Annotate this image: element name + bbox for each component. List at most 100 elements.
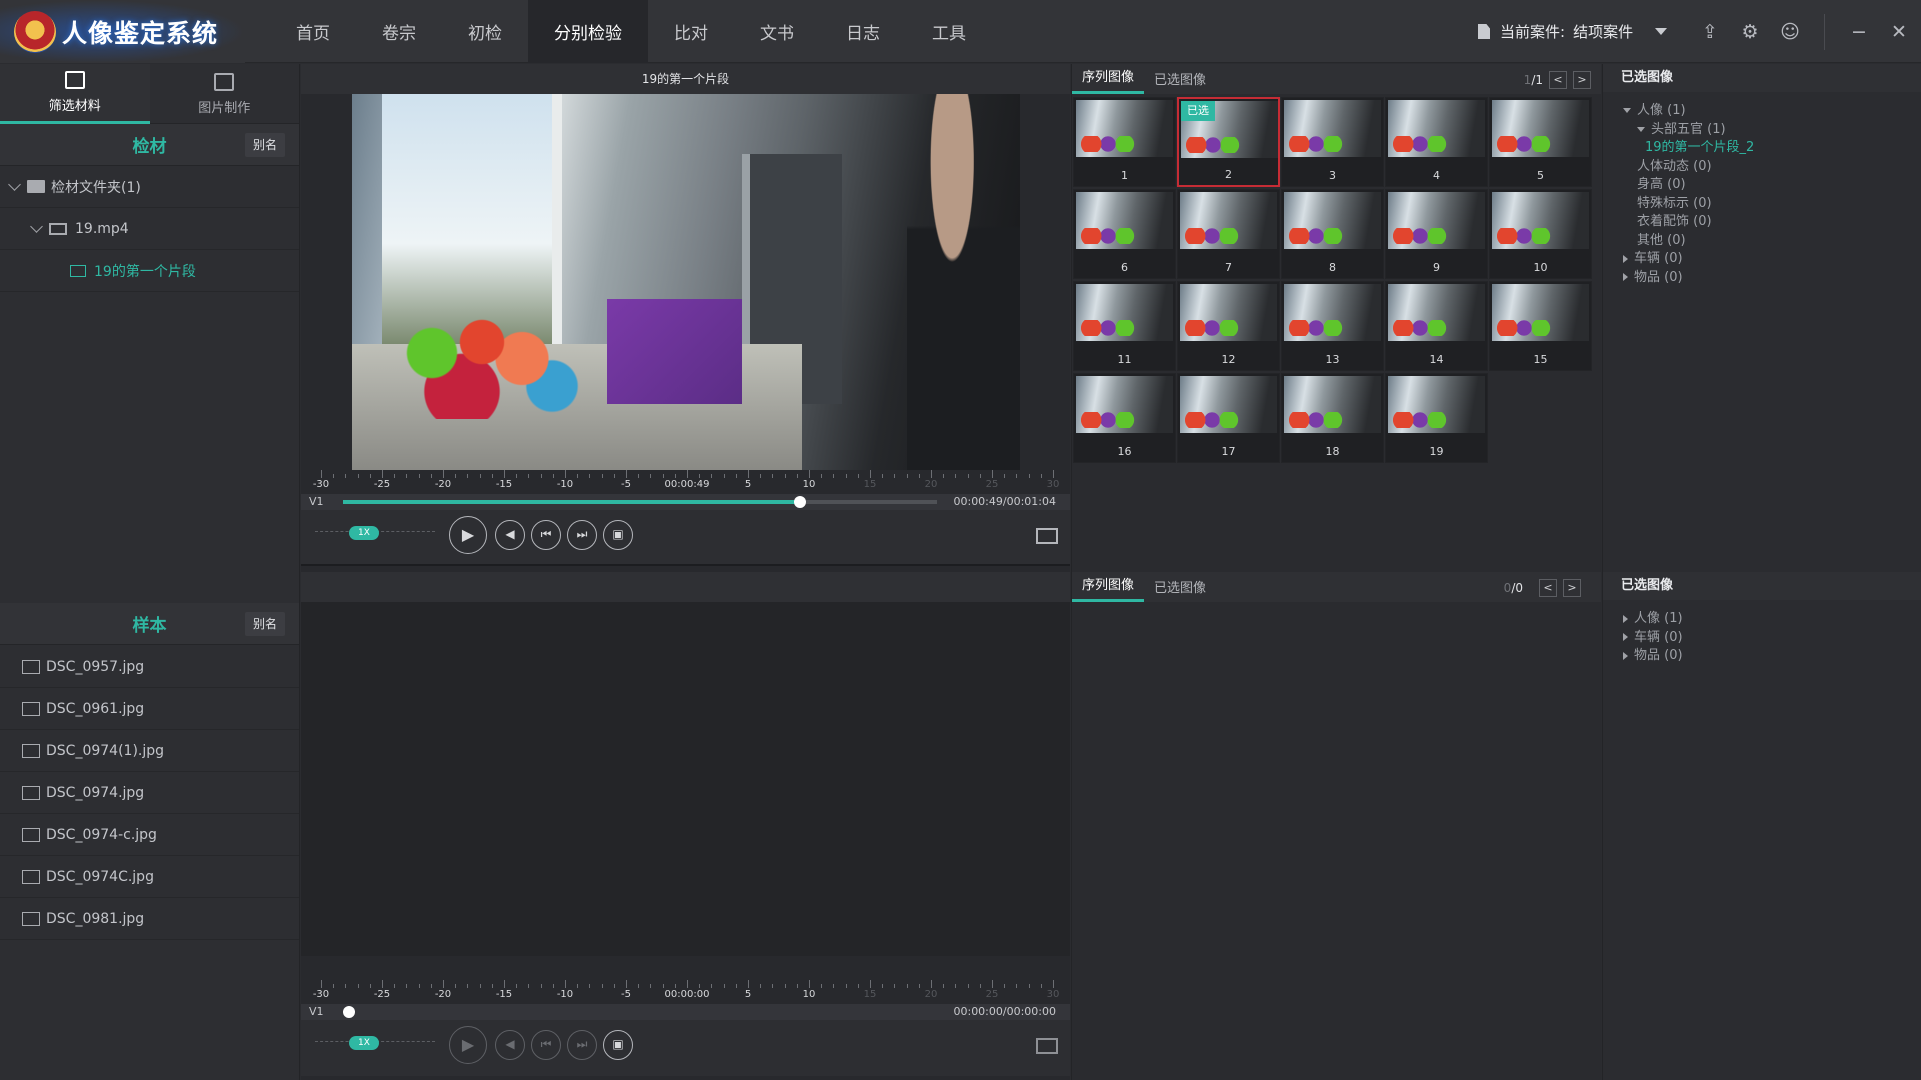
tree-node[interactable]: 车辆 (0) [1603, 250, 1921, 269]
tree-node[interactable]: 头部五官 (1) [1603, 121, 1921, 140]
time-ruler[interactable]: -30 -25 -20 -15 -10 -5 00:00:00 5 10 15 20 25 30 [301, 980, 1070, 1004]
thumbnail[interactable]: 1 [1073, 97, 1176, 187]
step-back-button[interactable]: ◀ [495, 1030, 525, 1060]
nav-item[interactable]: 分别检验 [528, 0, 648, 63]
timeline[interactable]: V1 00:00:00/00:00:00 [301, 1004, 1070, 1020]
thumbnail[interactable]: 15 [1489, 281, 1592, 371]
chevron-down-icon[interactable] [8, 178, 21, 191]
gear-icon[interactable]: ⚙ [1739, 21, 1761, 43]
tree-node[interactable]: 其他 (0) [1603, 232, 1921, 251]
prev-page-button[interactable]: < [1549, 71, 1567, 89]
tree-node[interactable]: 人像 (1) [1603, 102, 1921, 121]
thumbnail[interactable]: 5 [1489, 97, 1592, 187]
sample-file-item[interactable]: DSC_0974(1).jpg [0, 730, 299, 772]
tree-node[interactable]: 人体动态 (0) [1603, 158, 1921, 177]
next-frame-button[interactable]: ⏭ [567, 1030, 597, 1060]
thumbnail[interactable]: 12 [1177, 281, 1280, 371]
tree-node[interactable]: 身高 (0) [1603, 176, 1921, 195]
step-back-button[interactable]: ◀ [495, 520, 525, 550]
sample-file-item[interactable]: DSC_0974.jpg [0, 772, 299, 814]
thumbnail[interactable]: 14 [1385, 281, 1488, 371]
nav-item[interactable]: 日志 [820, 0, 906, 63]
timeline[interactable]: V1 00:00:49/00:01:04 [301, 494, 1070, 510]
user-icon[interactable]: ☺ [1779, 21, 1801, 43]
tab-selected-images[interactable]: 已选图像 [1144, 69, 1216, 94]
next-page-button[interactable]: > [1563, 579, 1581, 597]
nav-item[interactable]: 初检 [442, 0, 528, 63]
thumbnail[interactable]: 6 [1073, 189, 1176, 279]
minimize-icon[interactable]: − [1848, 21, 1870, 43]
next-frame-button[interactable]: ⏭ [567, 520, 597, 550]
caret-down-icon[interactable] [1637, 126, 1645, 132]
sample-file-item[interactable]: DSC_0981.jpg [0, 898, 299, 940]
caret-right-icon[interactable] [1623, 273, 1628, 281]
tab-image-making[interactable]: 图片制作 [150, 64, 300, 124]
thumbnail[interactable]: 3 [1281, 97, 1384, 187]
material-video-file[interactable]: 19.mp4 [0, 208, 299, 250]
tab-selected-images[interactable]: 已选图像 [1144, 577, 1216, 602]
tree-node[interactable]: 物品 (0) [1603, 269, 1921, 288]
nav-item[interactable]: 卷宗 [356, 0, 442, 63]
thumbnail[interactable]: 16 [1073, 373, 1176, 463]
progress-handle[interactable] [343, 1006, 355, 1018]
tree-node[interactable]: 特殊标示 (0) [1603, 195, 1921, 214]
caret-down-icon[interactable] [1623, 108, 1631, 113]
thumbnail[interactable]: 11 [1073, 281, 1176, 371]
speed-value[interactable]: 1X [349, 1036, 379, 1050]
play-button[interactable]: ▶ [449, 1026, 487, 1064]
time-ruler[interactable]: -30 -25 -20 -15 -10 -5 00:00:49 5 10 15 20 25 30 [301, 470, 1070, 494]
material-clip[interactable]: 19的第一个片段 [0, 250, 299, 292]
thumbnail[interactable]: 7 [1177, 189, 1280, 279]
next-page-button[interactable]: > [1573, 71, 1591, 89]
nav-item[interactable]: 比对 [648, 0, 734, 63]
thumbnail[interactable]: 18 [1281, 373, 1384, 463]
thumbnail[interactable]: 9 [1385, 189, 1488, 279]
caret-right-icon[interactable] [1623, 651, 1628, 660]
nav-item[interactable]: 工具 [906, 0, 992, 63]
sample-file-item[interactable]: DSC_0974C.jpg [0, 856, 299, 898]
close-icon[interactable]: ✕ [1888, 21, 1910, 43]
fullscreen-icon[interactable] [1036, 528, 1058, 544]
chevron-down-icon[interactable] [1655, 28, 1668, 35]
tree-node[interactable]: 人像 (1) [1603, 610, 1921, 629]
sample-file-item[interactable]: DSC_0961.jpg [0, 688, 299, 730]
speed-value[interactable]: 1X [349, 526, 379, 540]
tree-node[interactable]: 衣着配饰 (0) [1603, 213, 1921, 232]
progress-track[interactable] [343, 496, 937, 508]
play-button[interactable]: ▶ [449, 516, 487, 554]
tab-filter-materials[interactable]: 筛选材料 [0, 64, 150, 124]
sample-file-item[interactable]: DSC_0957.jpg [0, 646, 299, 688]
material-folder[interactable]: 检材文件夹(1) [0, 166, 299, 208]
tab-sequence-images[interactable]: 序列图像 [1072, 66, 1145, 94]
current-case-selector[interactable]: 当前案件: 结项案件 [1478, 0, 1668, 63]
thumbnail[interactable]: 13 [1281, 281, 1384, 371]
sample-file-item[interactable]: DSC_0974-c.jpg [0, 814, 299, 856]
caret-right-icon[interactable] [1623, 633, 1628, 641]
speed-slider[interactable]: 1X [315, 1036, 435, 1050]
material-alias-button[interactable]: 别名 [245, 133, 285, 157]
thumbnail[interactable]: 已选 2 [1177, 97, 1280, 187]
speed-slider[interactable]: 1X [315, 526, 435, 540]
tree-node[interactable]: 物品 (0) [1603, 647, 1921, 666]
nav-item[interactable]: 首页 [270, 0, 356, 63]
video-frame[interactable] [352, 94, 1020, 470]
thumbnail[interactable]: 4 [1385, 97, 1488, 187]
progress-handle[interactable] [794, 496, 807, 508]
thumbnail[interactable]: 8 [1281, 189, 1384, 279]
thumbnail[interactable]: 17 [1177, 373, 1280, 463]
nav-item[interactable]: 文书 [734, 0, 820, 63]
fullscreen-icon[interactable] [1036, 1038, 1058, 1054]
tree-node[interactable]: 19的第一个片段_2 [1603, 139, 1921, 158]
prev-page-button[interactable]: < [1539, 579, 1557, 597]
thumbnail[interactable]: 10 [1489, 189, 1592, 279]
caret-right-icon[interactable] [1623, 254, 1628, 263]
export-icon[interactable]: ⇪ [1699, 21, 1721, 43]
caret-right-icon[interactable] [1623, 614, 1628, 623]
tab-sequence-images[interactable]: 序列图像 [1072, 574, 1145, 602]
prev-frame-button[interactable]: ⏮ [531, 520, 561, 550]
chevron-down-icon[interactable] [30, 220, 43, 233]
progress-track[interactable] [343, 1006, 937, 1018]
thumbnail[interactable]: 19 [1385, 373, 1488, 463]
tree-node[interactable]: 车辆 (0) [1603, 629, 1921, 648]
snapshot-button[interactable]: ▣ [603, 520, 633, 550]
